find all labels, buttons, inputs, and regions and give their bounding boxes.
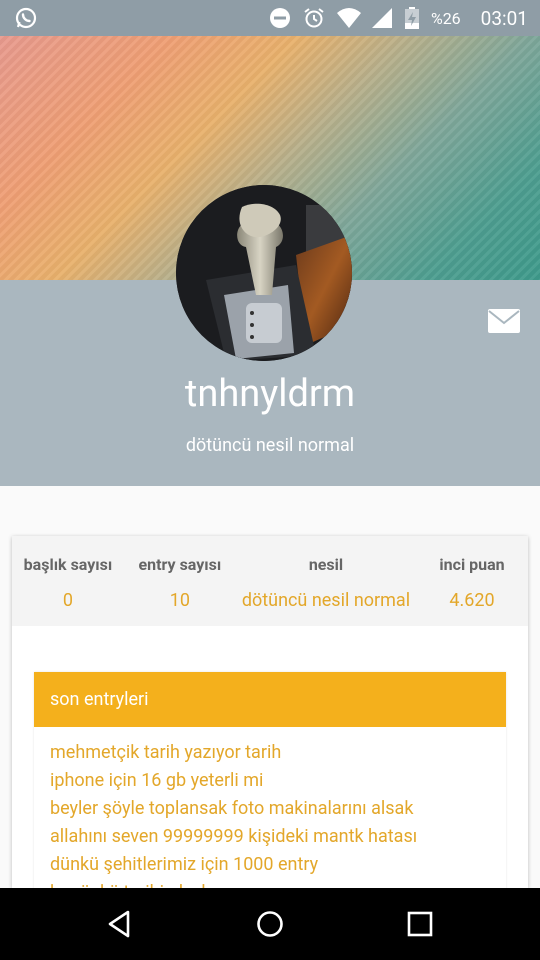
home-icon[interactable] — [254, 908, 286, 940]
stat-entry-count: entry sayısı 10 — [124, 536, 236, 626]
clock: 03:01 — [480, 6, 528, 30]
stats-row: başlık sayısı 0 entry sayısı 10 nesil dö… — [12, 536, 528, 626]
recent-entries-panel: son entryleri mehmetçik tarih yazıyor ta… — [34, 672, 506, 903]
battery-percent: %26 — [430, 8, 461, 28]
stat-label: başlık sayısı — [23, 555, 113, 574]
stat-value: dötüncü nesil normal — [241, 590, 411, 611]
stat-label: inci puan — [439, 555, 505, 574]
stat-value: 0 — [62, 590, 74, 611]
stat-score: inci puan 4.620 — [416, 536, 528, 626]
signal-icon — [371, 7, 393, 29]
whatsapp-icon — [14, 6, 38, 30]
stat-topic-count: başlık sayısı 0 — [12, 536, 124, 626]
user-generation: dötüncü nesil normal — [185, 435, 355, 456]
username: tnhnyldrm — [184, 372, 356, 416]
battery-charging-icon — [404, 7, 419, 29]
navigation-bar — [0, 888, 540, 960]
stat-value: 4.620 — [449, 590, 495, 611]
entry-link[interactable]: dünkü şehitlerimiz için 1000 entry — [50, 851, 506, 879]
recent-entries-header: son entryleri — [34, 672, 506, 727]
message-icon[interactable] — [488, 309, 520, 333]
wifi-icon — [336, 7, 361, 29]
stat-value: 10 — [169, 590, 190, 611]
avatar[interactable] — [176, 185, 352, 361]
entry-link[interactable]: beyler şöyle toplansak foto makinalarını… — [50, 795, 506, 823]
entry-link[interactable]: iphone için 16 gb yeterli mi — [50, 767, 506, 795]
stat-label: nesil — [308, 555, 344, 574]
entry-link[interactable]: allahını seven 99999999 kişideki mantk h… — [50, 823, 506, 851]
recents-icon[interactable] — [404, 908, 436, 940]
alarm-icon — [303, 7, 325, 29]
status-bar: %26 03:01 — [0, 0, 540, 36]
entry-link[interactable]: mehmetçik tarih yazıyor tarih — [50, 739, 506, 767]
stats-card: başlık sayısı 0 entry sayısı 10 nesil dö… — [12, 536, 528, 903]
back-icon[interactable] — [104, 908, 136, 940]
do-not-disturb-icon — [269, 7, 291, 29]
stat-label: entry sayısı — [138, 555, 222, 574]
stat-generation: nesil dötüncü nesil normal — [236, 536, 416, 626]
recent-entries-list: mehmetçik tarih yazıyor tarih iphone içi… — [34, 727, 506, 907]
